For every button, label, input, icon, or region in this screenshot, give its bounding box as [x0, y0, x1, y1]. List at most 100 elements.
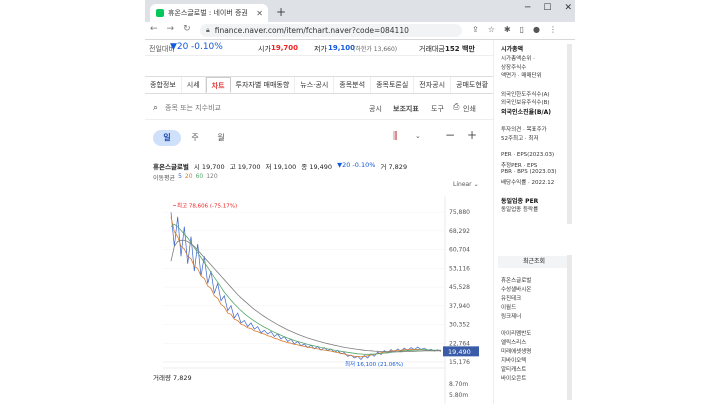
lock-icon: 🔒︎	[206, 26, 210, 34]
chart-svg: 75,880 68,292 60,704 53,116 45,528 37,940 30,3…	[163, 196, 479, 404]
recent-stock-link[interactable]: 휴온스글로벌	[501, 276, 531, 284]
sidebar-per-item: 추정PER · EPS	[501, 162, 538, 169]
sidebar-sector-item: 동일업종 등락률	[501, 206, 539, 213]
indicator-button[interactable]: 보조지표	[393, 104, 419, 114]
amount-label: 거래대금	[419, 45, 445, 53]
period-day-button[interactable]: 일	[153, 130, 181, 146]
sidebar-foreign-item: 외국인한도주식수(A)	[501, 91, 550, 98]
reload-icon[interactable]: ↻	[183, 24, 191, 34]
y-tick-label: 60,704	[449, 247, 470, 254]
sidebar-scrollbar[interactable]	[567, 44, 572, 224]
tab-price[interactable]: 시세	[182, 77, 206, 93]
open-value: 19,700	[271, 44, 299, 52]
stock-summary-strip: 전일대비 ▼20 -0.10% 시가 19,700 저가 19,100 (하한가…	[145, 40, 493, 56]
forward-icon[interactable]: →	[167, 24, 175, 34]
info-sidebar: 시가총액시가총액순위 · 상장주식수액면가 · 매매단위외국인한도주식수(A) 외국…	[493, 40, 575, 404]
sidebar-per-item: PER · EPS(2023.03)	[501, 152, 555, 158]
recent-stock-link[interactable]: 알티캐스트	[501, 365, 526, 373]
y-tick-label: 37,940	[449, 303, 470, 310]
sidebar-invest-item: 투자의견 · 목표주가	[501, 127, 547, 133]
tab-close-icon[interactable]: ✕	[256, 9, 263, 18]
volume-tick-label: 8.70m	[449, 381, 468, 388]
vs-percent: -0.10%	[191, 42, 223, 52]
max-price-label: 최고 78,606 (-75.17%)	[177, 201, 237, 209]
browser-tab[interactable]: 휴온스글로벌 : 네이버 증권 ✕	[150, 4, 268, 22]
sidebar-market-item: 시가총액순위 ·	[501, 56, 535, 62]
zoom-in-button[interactable]: +	[467, 128, 477, 142]
navigation-buttons: ← → ↻	[150, 24, 191, 34]
y-tick-label: 75,880	[449, 209, 470, 216]
menu-icon[interactable]: ⋮	[549, 25, 557, 34]
open-label: 시가	[258, 45, 271, 53]
tab-title: 휴온스글로벌 : 네이버 증권	[168, 9, 248, 17]
tab-news[interactable]: 뉴스·공시	[295, 77, 335, 93]
extensions-icon[interactable]: ✱	[504, 25, 511, 34]
sidebar-foreign-item: 외국인소진율(B/A)	[501, 108, 552, 116]
tab-chart[interactable]: 차트	[205, 77, 231, 93]
search-icon: ⌕	[153, 103, 159, 113]
low-limit: (하한가 13,660)	[353, 46, 398, 53]
bookmark-star-icon[interactable]: ☆	[488, 25, 495, 34]
recent-stock-link[interactable]: 엘릭스리스	[501, 338, 526, 346]
sidepanel-icon[interactable]: ▯	[520, 25, 524, 34]
recent-stock-link[interactable]: 아이리멤반도	[501, 329, 531, 337]
left-margin	[0, 0, 145, 404]
print-button[interactable]: 인쇄	[463, 104, 476, 114]
y-tick-label: 45,528	[449, 284, 470, 291]
volume-tick-label: 5.80m	[449, 392, 468, 399]
low-label: 저가	[314, 45, 327, 53]
candle-type-icon[interactable]: ⫼	[393, 131, 398, 142]
recent-stock-link[interactable]: 이월드	[501, 303, 516, 311]
right-margin	[575, 0, 720, 404]
chart-search-row: ⌕ 공시 보조지표 도구 ⎙ 인쇄	[145, 98, 493, 120]
sidebar-market-item: 시가총액	[501, 46, 524, 53]
vs-value: ▼20	[170, 42, 189, 52]
tab-investor[interactable]: 투자자별 매매동향	[231, 77, 296, 93]
series-line-3	[170, 239, 441, 353]
sidebar-scrollbar-lower[interactable]	[567, 255, 572, 400]
new-tab-button[interactable]: +	[276, 5, 286, 19]
tab-analysis[interactable]: 종목분석	[334, 77, 372, 93]
sidebar-invest-item: 52주최고 · 최저	[501, 135, 539, 142]
minimize-icon[interactable]: ─	[525, 3, 530, 13]
recent-stock-link[interactable]: 유진테크	[501, 294, 521, 302]
tab-discussion[interactable]: 종목토론실	[371, 77, 415, 93]
recent-stock-link[interactable]: 링크제너	[501, 312, 521, 320]
window-controls: ─ ☐ ✕	[525, 3, 572, 13]
y-tick-label: 68,292	[449, 228, 470, 235]
print-icon[interactable]: ⎙	[453, 102, 459, 112]
tab-overview[interactable]: 종합정보	[145, 77, 182, 93]
main-tab-bar: 종합정보 시세 차트 투자자별 매매동향 뉴스·공시 종목분석 종목토론실 전자…	[145, 76, 495, 94]
current-price-value: 19,490	[448, 348, 471, 356]
compare-search-input[interactable]	[165, 102, 315, 114]
y-tick-label: 30,352	[449, 322, 470, 329]
chevron-down-icon[interactable]: ⌄	[415, 132, 421, 140]
back-icon[interactable]: ←	[150, 24, 158, 34]
y-tick-label: 15,176	[449, 359, 470, 366]
amount-value: 152 백만	[445, 45, 475, 53]
sidebar-market-item: 액면가 · 매매단위	[501, 73, 542, 79]
maximize-icon[interactable]: ☐	[543, 3, 551, 13]
close-window-icon[interactable]: ✕	[565, 3, 573, 13]
period-month-button[interactable]: 월	[207, 130, 235, 146]
recent-stock-link[interactable]: 바이오콘트	[501, 374, 526, 382]
min-price-label: 최저 16,100 (21.06%)	[345, 360, 403, 368]
low-value: 19,100	[328, 44, 356, 52]
period-week-button[interactable]: 주	[181, 130, 209, 146]
tools-button[interactable]: 도구	[431, 104, 444, 114]
sidebar-per-item: PBR · BPS (2023.03)	[501, 169, 557, 175]
period-selector-row: 일 주 월 ⫼ ⌄ − +	[145, 128, 493, 148]
tab-short-selling[interactable]: 공매도현황	[451, 77, 495, 93]
share-icon[interactable]: ⇪	[472, 25, 479, 34]
sidebar-market-item: 상장주식수	[501, 64, 527, 71]
recent-stock-link[interactable]: 지바이오텍	[501, 356, 526, 364]
recent-stock-link[interactable]: 미래에셋생명	[501, 347, 531, 355]
series-line-1	[170, 216, 441, 358]
zoom-out-button[interactable]: −	[445, 128, 455, 142]
recent-stock-link[interactable]: 수성샐바시온	[501, 285, 531, 293]
tab-disclosure[interactable]: 전자공시	[414, 77, 452, 93]
volume-label: 거래량 7,829	[153, 374, 192, 382]
profile-icon[interactable]: ●	[533, 25, 540, 34]
url-field[interactable]: 🔒︎ finance.naver.com/item/fchart.naver?c…	[200, 24, 462, 37]
disclosure-button[interactable]: 공시	[369, 104, 382, 114]
